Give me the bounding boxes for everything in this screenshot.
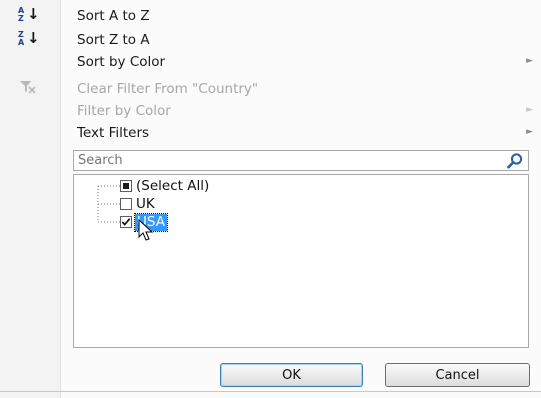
down-arrow-glyph: ↓ (27, 5, 40, 23)
select-all-checkbox[interactable] (120, 180, 132, 192)
cancel-button[interactable]: Cancel (385, 363, 530, 387)
list-item-label: UK (136, 196, 155, 212)
list-item-label: (Select All) (136, 178, 210, 194)
menu-item-sort-by-color[interactable]: Sort by Color ► (60, 51, 541, 74)
ok-button[interactable]: OK (220, 363, 363, 387)
clear-filter-icon (18, 79, 42, 99)
submenu-arrow-icon: ► (526, 127, 533, 137)
sort-z-to-a-label: Sort Z to A (77, 32, 150, 48)
magnifier-icon[interactable] (506, 152, 524, 170)
search-input[interactable] (78, 152, 498, 169)
submenu-arrow-icon: ► (526, 56, 533, 66)
autofilter-menu: AZ ↓ Sort A to Z ZA ↓ Sort Z to A Sort b… (0, 0, 541, 398)
menu-icon-gutter (0, 0, 61, 398)
text-filters-label: Text Filters (77, 125, 150, 141)
sort-icon-letter-bottom: A (18, 38, 25, 47)
menu-item-filter-by-color[interactable]: Filter by Color ► (60, 100, 541, 123)
menu-item-sort-z-to-a[interactable]: ZA ↓ Sort Z to A (18, 29, 541, 52)
usa-checkbox[interactable] (120, 216, 132, 228)
down-arrow-glyph: ↓ (27, 29, 40, 47)
checkmark-icon (121, 218, 131, 226)
mouse-cursor-icon (138, 219, 154, 241)
menu-item-text-filters[interactable]: Text Filters ► (60, 122, 541, 145)
submenu-arrow-icon: ► (526, 105, 533, 115)
sort-by-color-label: Sort by Color (77, 54, 166, 70)
menu-item-sort-a-to-z[interactable]: AZ ↓ Sort A to Z (18, 5, 541, 28)
value-list[interactable]: (Select All) UK USA (73, 174, 529, 348)
indeterminate-mark-icon (123, 183, 129, 189)
menu-item-clear-filter[interactable]: Clear Filter From "Country" (20, 78, 541, 101)
search-box (73, 150, 529, 171)
sort-descending-icon: ZA ↓ (18, 29, 42, 51)
filter-by-color-label: Filter by Color (77, 103, 171, 119)
uk-checkbox[interactable] (120, 198, 132, 210)
sort-icon-letter-bottom: Z (18, 14, 24, 23)
sort-a-to-z-label: Sort A to Z (77, 8, 150, 24)
bottom-divider (0, 391, 541, 392)
clear-filter-label: Clear Filter From "Country" (77, 81, 259, 97)
sort-ascending-icon: AZ ↓ (18, 5, 42, 27)
